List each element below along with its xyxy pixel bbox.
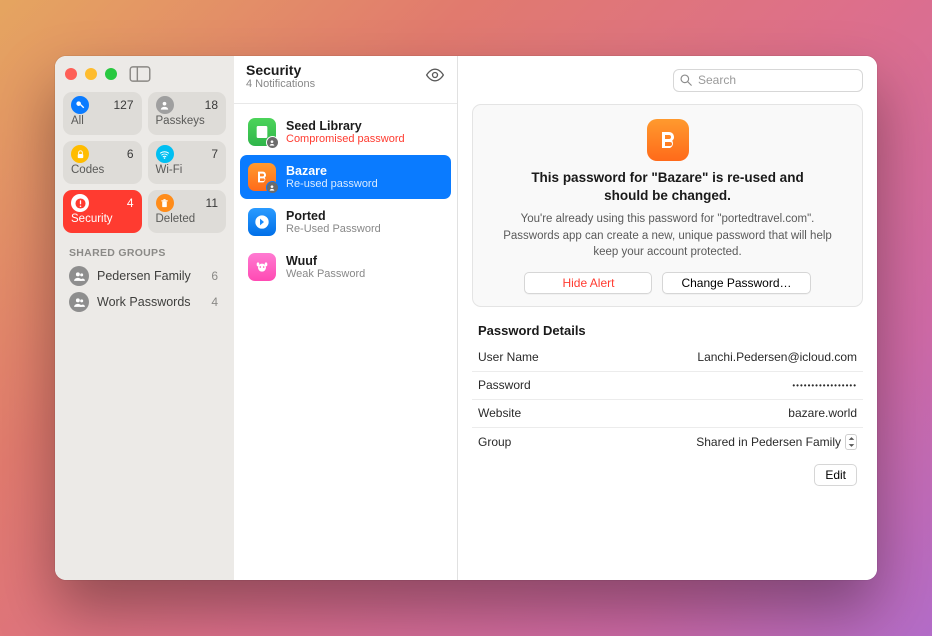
item-title: Wuuf	[286, 254, 365, 268]
list-item-ported[interactable]: PortedRe-Used Password	[240, 200, 451, 244]
category-all[interactable]: 127 All	[63, 92, 142, 135]
close-window-button[interactable]	[65, 68, 77, 80]
item-title: Ported	[286, 209, 381, 223]
bazare-app-icon	[647, 119, 689, 161]
item-subtitle: Re-used password	[286, 178, 378, 190]
traffic-lights	[65, 68, 117, 80]
detail-toolbar	[458, 56, 877, 104]
category-count: 11	[206, 196, 218, 210]
group-count: 6	[211, 269, 220, 283]
zoom-window-button[interactable]	[105, 68, 117, 80]
label: Password	[478, 378, 531, 392]
category-wifi[interactable]: 7 Wi-Fi	[148, 141, 227, 184]
toggle-sidebar-button[interactable]	[129, 66, 151, 82]
category-count: 4	[127, 196, 134, 210]
label: Website	[478, 406, 521, 420]
alert-title: This password for "Bazare" is re-used an…	[508, 169, 828, 205]
label: User Name	[478, 350, 539, 364]
category-label: Wi-Fi	[156, 164, 219, 176]
category-deleted[interactable]: 11 Deleted	[148, 190, 227, 233]
group-icon	[69, 292, 89, 312]
shared-groups-header: SHARED GROUPS	[55, 233, 234, 263]
app-icon	[248, 118, 276, 146]
row-username[interactable]: User Name Lanchi.Pedersen@icloud.com	[472, 344, 863, 372]
titlebar	[55, 56, 234, 92]
passwords-window: 127 All 18 Passkeys 6 Codes 7 Wi-Fi 4 Se…	[55, 56, 877, 580]
item-subtitle: Compromised password	[286, 133, 405, 145]
group-icon	[69, 266, 89, 286]
category-count: 18	[205, 98, 218, 112]
category-count: 127	[113, 98, 133, 112]
list-item-bazare[interactable]: BazareRe-used password	[240, 155, 451, 199]
category-label: Passkeys	[156, 115, 219, 127]
detail-column: This password for "Bazare" is re-used an…	[458, 56, 877, 580]
value: Shared in Pedersen Family	[696, 435, 841, 449]
search-input[interactable]	[673, 69, 863, 92]
category-label: Codes	[71, 164, 134, 176]
item-subtitle: Re-Used Password	[286, 223, 381, 235]
label: Group	[478, 435, 511, 449]
category-codes[interactable]: 6 Codes	[63, 141, 142, 184]
category-security[interactable]: 4 Security	[63, 190, 142, 233]
list-item-wuuf[interactable]: WuufWeak Password	[240, 245, 451, 289]
security-list-column: Security 4 Notifications Seed LibraryCom…	[234, 56, 458, 580]
security-alert: This password for "Bazare" is re-used an…	[472, 104, 863, 307]
exclamation-icon	[71, 194, 89, 212]
group-label: Work Passwords	[97, 295, 191, 309]
value: •••••••••••••••••	[792, 381, 857, 390]
item-title: Seed Library	[286, 119, 405, 133]
person-key-icon	[156, 96, 174, 114]
alert-body: You're already using this password for "…	[498, 211, 838, 259]
hide-alert-button[interactable]: Hide Alert	[524, 272, 652, 294]
wifi-icon	[156, 145, 174, 163]
list-item-seed-library[interactable]: Seed LibraryCompromised password	[240, 110, 451, 154]
app-icon	[248, 253, 276, 281]
row-password[interactable]: Password •••••••••••••••••	[472, 372, 863, 400]
value: bazare.world	[788, 406, 857, 420]
search-icon	[679, 73, 693, 87]
row-group[interactable]: Group Shared in Pedersen Family	[472, 428, 863, 456]
reveal-passwords-button[interactable]	[425, 68, 445, 88]
category-count: 6	[127, 147, 134, 161]
shared-badge-icon	[266, 136, 279, 149]
app-icon	[248, 208, 276, 236]
list-title: Security	[246, 62, 315, 78]
app-icon	[248, 163, 276, 191]
item-title: Bazare	[286, 164, 378, 178]
password-details: User Name Lanchi.Pedersen@icloud.com Pas…	[458, 344, 877, 456]
group-count: 4	[211, 295, 220, 309]
edit-button[interactable]: Edit	[814, 464, 857, 486]
group-stepper[interactable]	[845, 434, 857, 450]
category-grid: 127 All 18 Passkeys 6 Codes 7 Wi-Fi 4 Se…	[55, 92, 234, 233]
shared-group-pedersen[interactable]: Pedersen Family 6	[55, 263, 234, 289]
category-passkeys[interactable]: 18 Passkeys	[148, 92, 227, 135]
value: Lanchi.Pedersen@icloud.com	[697, 350, 857, 364]
security-list: Seed LibraryCompromised password BazareR…	[234, 104, 457, 295]
row-website[interactable]: Website bazare.world	[472, 400, 863, 428]
chevron-down-icon	[846, 442, 856, 449]
list-subtitle: 4 Notifications	[246, 78, 315, 90]
search-field[interactable]	[673, 69, 863, 92]
shared-group-work[interactable]: Work Passwords 4	[55, 289, 234, 315]
category-label: Deleted	[156, 213, 219, 225]
item-subtitle: Weak Password	[286, 268, 365, 280]
change-password-button[interactable]: Change Password…	[662, 272, 810, 294]
minimize-window-button[interactable]	[85, 68, 97, 80]
list-header: Security 4 Notifications	[234, 56, 457, 104]
category-label: All	[71, 115, 134, 127]
password-details-header: Password Details	[458, 307, 877, 344]
group-label: Pedersen Family	[97, 269, 191, 283]
chevron-up-icon	[846, 435, 856, 442]
sidebar: 127 All 18 Passkeys 6 Codes 7 Wi-Fi 4 Se…	[55, 56, 234, 580]
shared-badge-icon	[266, 181, 279, 194]
key-icon	[71, 96, 89, 114]
trash-icon	[156, 194, 174, 212]
lock-icon	[71, 145, 89, 163]
category-label: Security	[71, 213, 134, 225]
category-count: 7	[211, 147, 218, 161]
